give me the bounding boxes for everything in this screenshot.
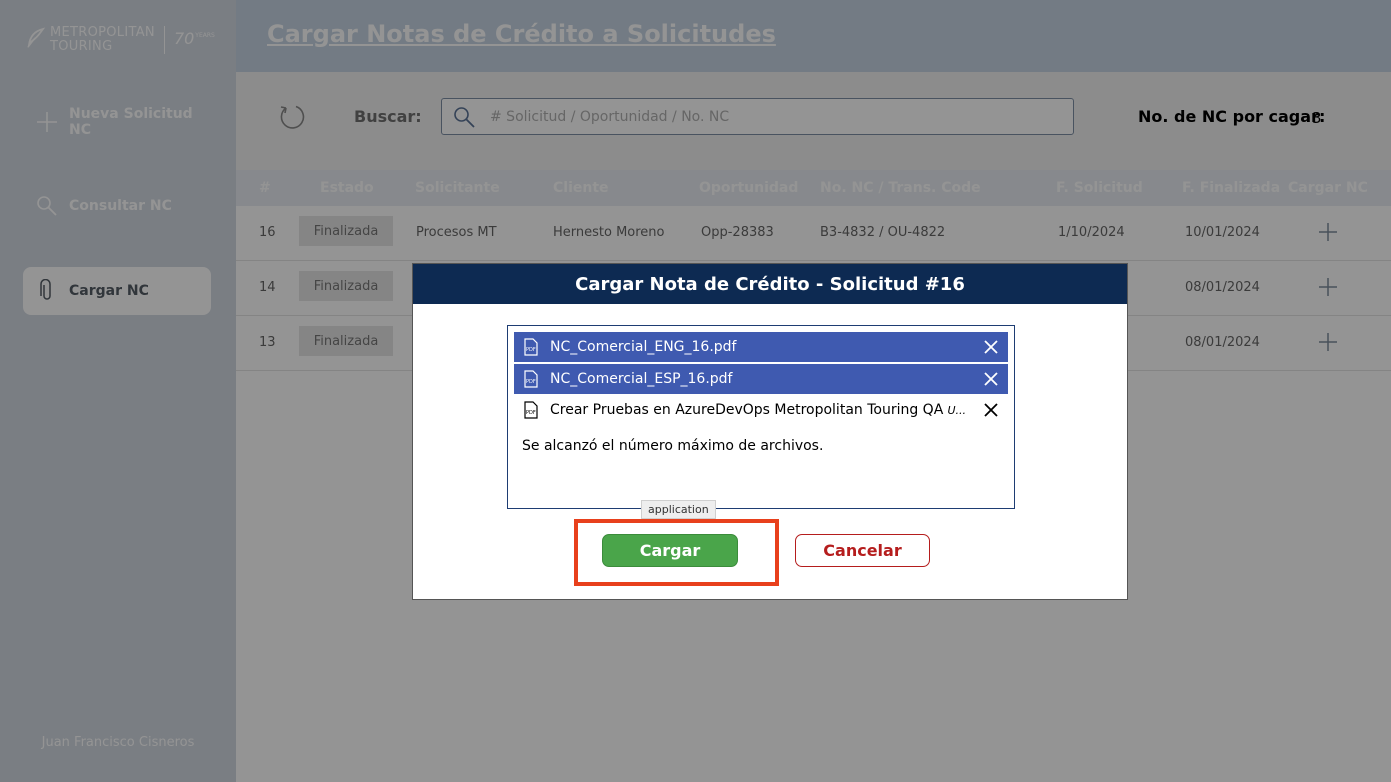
remove-attachment-button[interactable] — [978, 397, 1004, 423]
attachments-box[interactable]: PDF NC_Comercial_ENG_16.pdf PDF NC_Comer… — [507, 325, 1015, 509]
attachment-name: Crear Pruebas en AzureDevOps Metropolita… — [550, 402, 948, 418]
remove-attachment-button[interactable] — [978, 366, 1004, 392]
attachment-upload-state: U... — [947, 403, 966, 417]
attachment-item[interactable]: PDF Crear Pruebas en AzureDevOps Metropo… — [514, 395, 1008, 425]
upload-button[interactable]: Cargar — [602, 534, 738, 567]
tooltip: application — [641, 500, 716, 519]
max-files-message: Se alcanzó el número máximo de archivos. — [522, 438, 824, 454]
attachment-item[interactable]: PDF NC_Comercial_ENG_16.pdf — [514, 332, 1008, 362]
modal-title: Cargar Nota de Crédito - Solicitud #16 — [413, 264, 1127, 304]
cancel-button[interactable]: Cancelar — [795, 534, 930, 567]
svg-text:PDF: PDF — [526, 347, 536, 353]
pdf-file-icon: PDF — [524, 401, 538, 419]
svg-text:PDF: PDF — [526, 410, 536, 416]
pdf-file-icon: PDF — [524, 370, 538, 388]
close-icon — [984, 372, 998, 386]
attachment-name: NC_Comercial_ENG_16.pdf — [550, 339, 737, 355]
close-icon — [984, 340, 998, 354]
pdf-file-icon: PDF — [524, 338, 538, 356]
attachment-name: NC_Comercial_ESP_16.pdf — [550, 371, 733, 387]
attachment-item[interactable]: PDF NC_Comercial_ESP_16.pdf — [514, 364, 1008, 394]
close-icon — [984, 403, 998, 417]
remove-attachment-button[interactable] — [978, 334, 1004, 360]
upload-modal: Cargar Nota de Crédito - Solicitud #16 P… — [412, 263, 1128, 600]
svg-text:PDF: PDF — [526, 379, 536, 385]
